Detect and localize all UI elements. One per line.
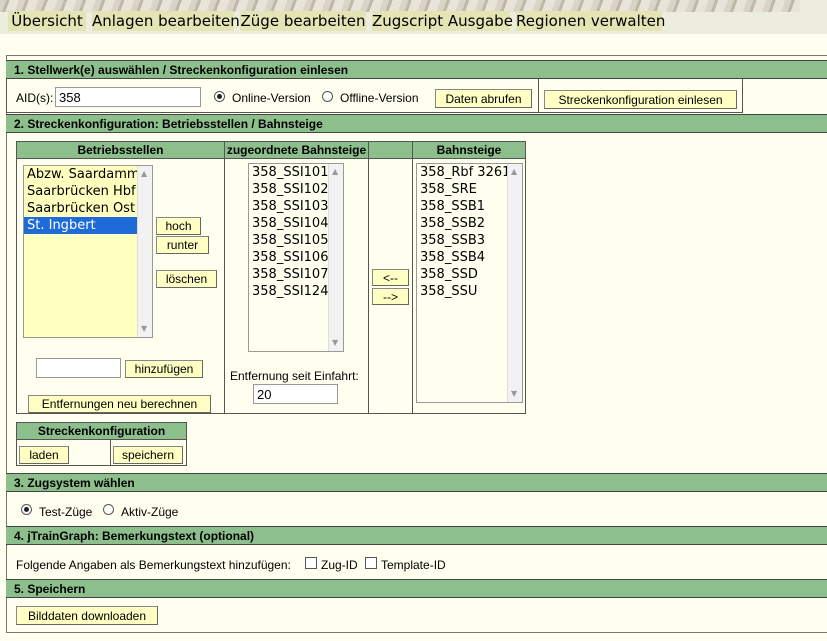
tab-zuege-bearbeiten[interactable]: Züge bearbeiten (240, 11, 366, 31)
move-up-button[interactable]: hoch (156, 217, 201, 235)
scroll-up-icon[interactable]: ▲ (511, 168, 518, 176)
section4-header: 4. jTrainGraph: Bemerkungstext (optional… (6, 526, 827, 545)
betriebsstellen-listbox[interactable]: Abzw. Saardamm Saarbrücken Hbf Saarbrück… (23, 165, 153, 338)
fetch-data-button[interactable]: Daten abrufen (435, 89, 532, 108)
section5-header: 5. Speichern (6, 579, 827, 598)
test-trains-radio[interactable] (21, 504, 32, 515)
scroll-down-icon[interactable]: ▼ (141, 325, 148, 333)
distance-input[interactable] (253, 384, 338, 404)
listbox-scrollbar[interactable]: ▲ ▼ (328, 164, 343, 351)
section3-header: 3. Zugsystem wählen (6, 473, 827, 492)
move-left-button[interactable]: <-- (372, 269, 409, 286)
col-betriebsstellen-header: Betriebsstellen (17, 142, 224, 159)
list-item[interactable]: Saarbrücken Hbf (24, 183, 152, 200)
tab-uebersicht[interactable]: Übersicht (8, 11, 86, 31)
col-bahnsteige-header: Bahnsteige (413, 142, 525, 159)
col-zugeordnet-header: zugeordnete Bahnsteige (225, 142, 368, 159)
zug-id-label: Zug-ID (321, 558, 358, 572)
listbox-scrollbar[interactable]: ▲ ▼ (137, 166, 152, 337)
section1-header: 1. Stellwerk(e) auswählen / Streckenkonf… (6, 60, 827, 79)
tab-anlagen-bearbeiten[interactable]: Anlagen bearbeiten (92, 11, 240, 31)
online-radio[interactable] (214, 91, 225, 102)
move-down-button[interactable]: runter (156, 236, 209, 254)
scroll-up-icon[interactable]: ▲ (332, 168, 339, 176)
config-table-header: Streckenkonfiguration (17, 423, 186, 440)
list-item-selected[interactable]: St. Ingbert (24, 216, 152, 235)
list-item[interactable]: Abzw. Saardamm (24, 166, 152, 183)
platforms-listbox[interactable]: 358_Rbf 3261 358_SRE 358_SSB1 358_SSB2 3… (416, 163, 523, 403)
scroll-down-icon[interactable]: ▼ (332, 339, 339, 347)
aid-input[interactable] (55, 87, 201, 107)
delete-button[interactable]: löschen (156, 270, 217, 288)
save-config-button[interactable]: speichern (113, 446, 183, 464)
read-config-button[interactable]: Streckenkonfiguration einlesen (544, 90, 737, 109)
list-item[interactable]: Saarbrücken Ost (24, 200, 152, 217)
assigned-platforms-listbox[interactable]: 358_SSI101 358_SSI102 358_SSI103 358_SSI… (248, 163, 344, 352)
template-id-checkbox[interactable] (365, 557, 377, 569)
add-button[interactable]: hinzufügen (125, 360, 203, 378)
top-navigation: Übersicht Anlagen bearbeiten Züge bearbe… (0, 0, 827, 34)
active-trains-label: Aktiv-Züge (121, 505, 179, 519)
remark-lead-text: Folgende Angaben als Bemerkungstext hinz… (16, 558, 291, 572)
online-label: Online-Version (232, 91, 311, 105)
aid-label: AID(s): (16, 91, 54, 105)
offline-label: Offline-Version (340, 91, 419, 105)
template-id-label: Template-ID (381, 558, 446, 572)
distance-label: Entfernung seit Einfahrt: (230, 369, 359, 383)
active-trains-radio[interactable] (103, 504, 114, 515)
download-image-data-button[interactable]: Bilddaten downloaden (16, 606, 158, 625)
tab-regionen-verwalten[interactable]: Regionen verwalten (516, 11, 665, 31)
load-config-button[interactable]: laden (19, 446, 69, 464)
recalc-distances-button[interactable]: Entfernungen neu berechnen (28, 395, 211, 413)
tab-zugscript-ausgabe[interactable]: Zugscript Ausgabe (372, 11, 513, 31)
scroll-up-icon[interactable]: ▲ (141, 170, 148, 178)
zug-id-checkbox[interactable] (305, 557, 317, 569)
move-right-button[interactable]: --> (372, 288, 409, 305)
scroll-down-icon[interactable]: ▼ (511, 390, 518, 398)
col-move-header (369, 142, 412, 159)
new-station-input[interactable] (36, 358, 121, 378)
offline-radio[interactable] (322, 91, 333, 102)
test-trains-label: Test-Züge (39, 505, 93, 519)
listbox-scrollbar[interactable]: ▲ ▼ (507, 164, 522, 402)
section2-header: 2. Streckenkonfiguration: Betriebsstelle… (6, 114, 827, 133)
